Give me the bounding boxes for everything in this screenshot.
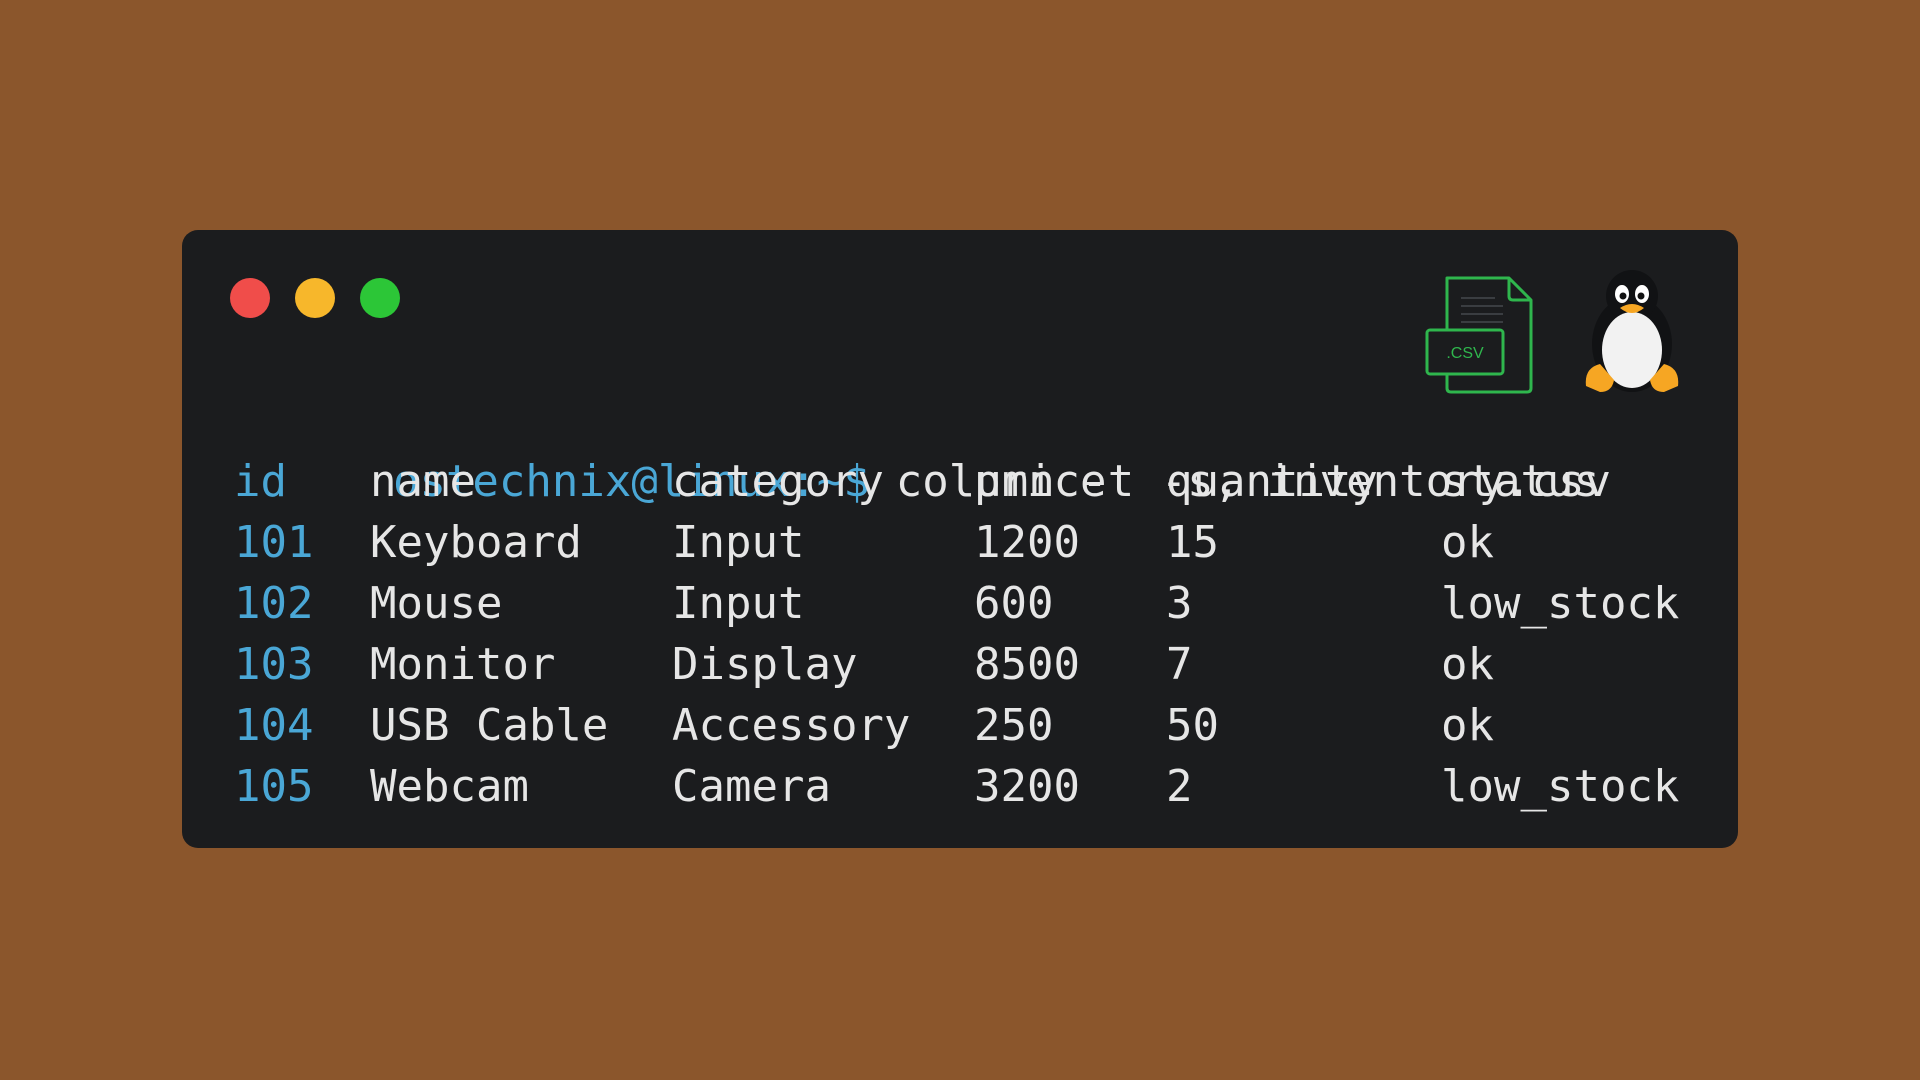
command-line: ostechnix@linux:~$ column -t -s, inventor…	[234, 390, 1701, 507]
header-status: status	[1441, 456, 1600, 507]
cell-id: 101	[234, 517, 314, 568]
cell-id: 103	[234, 639, 314, 690]
table-row: 105 Webcam Camera 3200 2 low_stock	[234, 756, 1701, 817]
table-row: 104 USB Cable Accessory 250 50 ok	[234, 695, 1701, 756]
header-category: category	[672, 456, 884, 507]
cell-status: ok	[1441, 700, 1494, 751]
cell-quantity: 15	[1166, 517, 1219, 568]
cell-price: 3200	[974, 761, 1080, 812]
table-header-row: id name category price quantity status	[234, 451, 1701, 512]
cell-price: 8500	[974, 639, 1080, 690]
cell-id: 104	[234, 700, 314, 751]
cell-price: 250	[974, 700, 1054, 751]
cell-status: ok	[1441, 639, 1494, 690]
cell-status: ok	[1441, 517, 1494, 568]
cell-category: Input	[672, 578, 805, 629]
cell-price: 1200	[974, 517, 1080, 568]
cell-category: Display	[672, 639, 858, 690]
cell-category: Camera	[672, 761, 831, 812]
table-row: 101 Keyboard Input 1200 15 ok	[234, 512, 1701, 573]
csv-badge-text: .CSV	[1446, 345, 1484, 362]
header-price: price	[974, 456, 1107, 507]
header-name: name	[370, 456, 476, 507]
cell-name: Mouse	[370, 578, 503, 629]
header-quantity: quantity	[1166, 456, 1378, 507]
cell-status: low_stock	[1441, 578, 1680, 629]
terminal-window: .CSV ostechnix@linux:~$ column -t -s, inv…	[182, 230, 1738, 848]
header-id: id	[234, 456, 287, 507]
cell-name: Webcam	[370, 761, 529, 812]
cell-status: low_stock	[1441, 761, 1680, 812]
cell-name: USB Cable	[370, 700, 609, 751]
cell-quantity: 3	[1166, 578, 1193, 629]
terminal-output: ostechnix@linux:~$ column -t -s, inventor…	[234, 390, 1701, 817]
cell-quantity: 2	[1166, 761, 1193, 812]
cell-id: 102	[234, 578, 314, 629]
table-row: 103 Monitor Display 8500 7 ok	[234, 634, 1701, 695]
cell-name: Keyboard	[370, 517, 582, 568]
cell-category: Accessory	[672, 700, 911, 751]
tux-penguin-icon	[1585, 270, 1679, 392]
maximize-button[interactable]	[360, 278, 400, 318]
cell-price: 600	[974, 578, 1054, 629]
window-controls	[230, 278, 400, 318]
table-row: 102 Mouse Input 600 3 low_stock	[234, 573, 1701, 634]
cell-category: Input	[672, 517, 805, 568]
cell-id: 105	[234, 761, 314, 812]
cell-name: Monitor	[370, 639, 556, 690]
cell-quantity: 7	[1166, 639, 1193, 690]
cell-quantity: 50	[1166, 700, 1219, 751]
close-button[interactable]	[230, 278, 270, 318]
minimize-button[interactable]	[295, 278, 335, 318]
csv-file-icon: .CSV	[1425, 276, 1533, 394]
